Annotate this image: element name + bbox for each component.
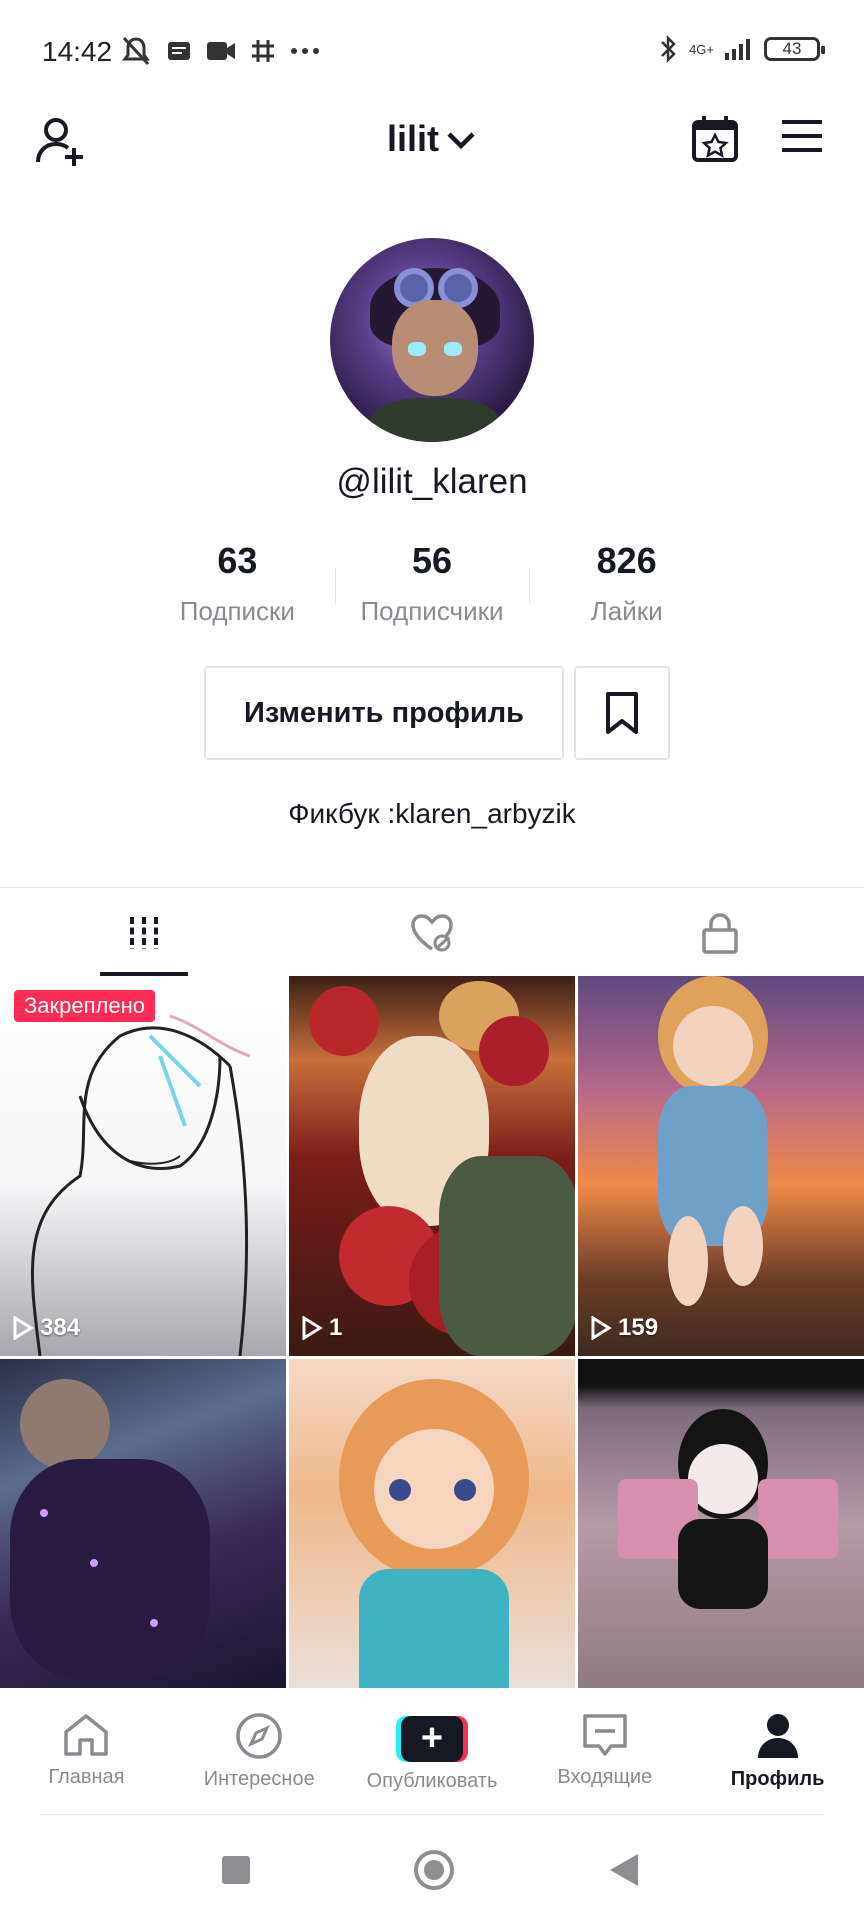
view-count-text: 159 [618,1314,659,1341]
nav-label: Интересное [203,1768,315,1790]
nav-profile[interactable]: Профиль [691,1690,864,1814]
video-tile[interactable] [578,1359,864,1688]
avatar[interactable] [330,238,534,442]
recents-button[interactable] [222,1856,250,1884]
publish-icon: + [395,1716,468,1762]
menu-button[interactable] [780,118,824,159]
video-tile[interactable]: 159 [578,976,864,1356]
divider [40,1814,824,1815]
account-name: lilit [387,118,439,159]
top-nav: lilit [0,100,864,210]
stat-value: 56 [411,540,453,581]
nav-inbox[interactable]: Входящие [518,1690,691,1814]
status-time: 14:42 [42,36,113,67]
nav-publish[interactable]: + Опубликовать [346,1690,519,1814]
battery-icon: 43 [764,37,825,61]
compass-icon [236,1713,282,1759]
grid-status-icon [252,40,274,62]
chevron-down-icon [447,132,475,150]
play-icon [13,1316,34,1340]
favorites-button[interactable] [574,666,670,760]
divider [0,887,864,888]
sketch-artwork [30,1014,251,1356]
stat-value: 826 [596,540,657,581]
video-grid: Закреплено 384 1 159 [0,976,864,1688]
nav-label: Главная [48,1766,125,1788]
liked-hidden-icon [411,914,453,952]
tab-private[interactable] [576,890,864,976]
stat-following[interactable]: 63 Подписки [140,540,335,630]
stat-likes[interactable]: 826 Лайки [529,540,724,630]
calendar-star-icon [692,116,738,162]
stat-label: Подписки [179,596,295,626]
profile-tabs [0,890,864,976]
more-icon [291,48,319,54]
calendar-button[interactable] [690,114,740,169]
pinned-badge: Закреплено [14,990,155,1022]
stat-label: Лайки [590,596,663,626]
video-tile[interactable]: Закреплено 384 [0,976,286,1356]
message-icon [168,42,190,60]
bell-muted-icon [122,36,150,66]
status-bar: 14:42 4G+ 43 [0,0,864,100]
status-right: 4G+ 43 [659,34,825,64]
view-count: 384 [12,1314,80,1342]
nav-label: Опубликовать [366,1770,498,1792]
profile-stats: 63 Подписки 56 Подписчики 826 Лайки [140,540,724,630]
video-tile[interactable]: 1 [289,976,575,1356]
hamburger-icon [782,120,822,152]
grid-icon [130,917,158,949]
view-count-text: 1 [329,1314,343,1341]
view-count: 1 [301,1314,342,1342]
profile-bio: Фикбук :klaren_arbyzik [288,798,576,829]
lock-icon [702,913,738,954]
bookmark-icon [606,692,638,734]
video-tile[interactable] [289,1359,575,1688]
nav-discover[interactable]: Интересное [173,1690,346,1814]
signal-icon [725,39,750,60]
back-button[interactable] [610,1854,638,1886]
nav-home[interactable]: Главная [0,1690,173,1814]
video-tile[interactable] [0,1359,286,1688]
view-count-text: 384 [40,1314,81,1341]
stat-followers[interactable]: 56 Подписчики [334,540,530,630]
nav-label: Входящие [557,1766,653,1788]
play-icon [591,1316,612,1340]
stat-value: 63 [217,540,258,581]
nav-label: Профиль [730,1768,825,1790]
edit-profile-button[interactable]: Изменить профиль [204,666,564,760]
view-count: 159 [590,1314,658,1342]
tab-liked[interactable] [288,890,576,976]
bottom-nav: Главная Интересное + Опубликовать Входящ… [0,1690,864,1814]
video-call-icon [207,42,235,60]
profile-icon [757,1714,798,1758]
home-icon [64,1714,109,1756]
profile-handle: @lilit_klaren [336,462,528,501]
stat-label: Подписчики [360,596,504,626]
system-nav [0,1816,864,1920]
home-button[interactable] [414,1850,454,1890]
bluetooth-icon [661,34,676,64]
inbox-icon [583,1714,627,1756]
tab-videos[interactable] [0,890,288,976]
network-type: 4G+ [689,41,714,57]
play-icon [302,1316,323,1340]
status-icons [120,36,320,66]
